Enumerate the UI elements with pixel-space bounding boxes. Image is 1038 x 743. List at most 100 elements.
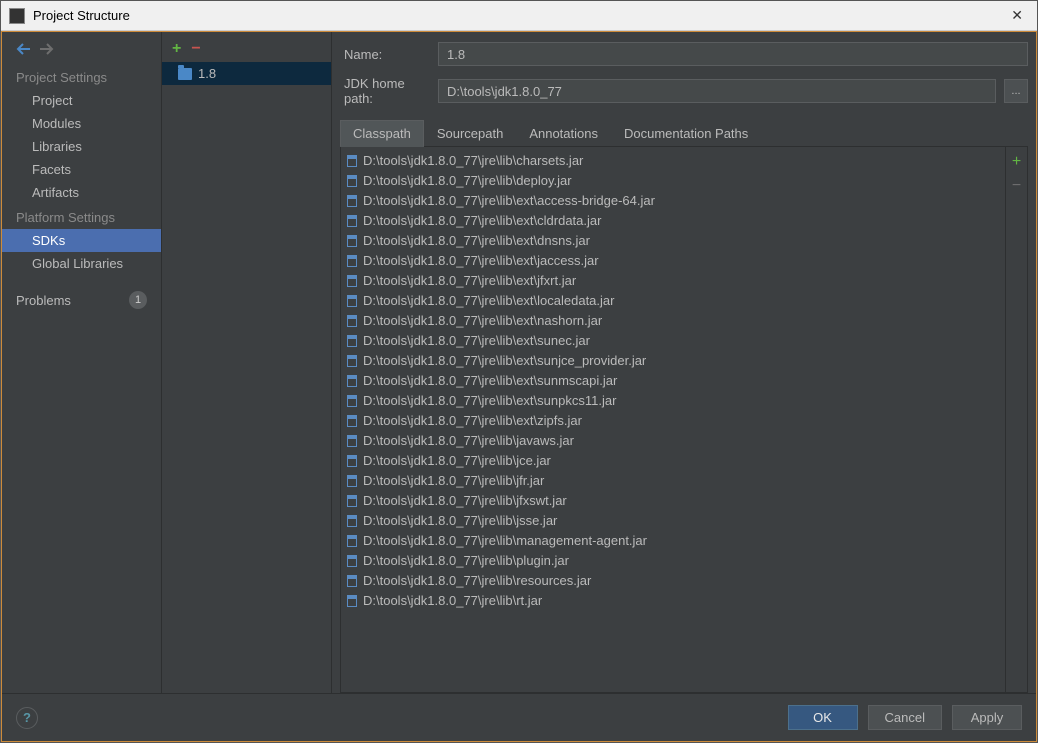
folder-icon bbox=[178, 68, 192, 80]
tab-classpath[interactable]: Classpath bbox=[340, 120, 424, 147]
classpath-item[interactable]: D:\tools\jdk1.8.0_77\jre\lib\resources.j… bbox=[341, 571, 1005, 591]
classpath-item-path: D:\tools\jdk1.8.0_77\jre\lib\ext\cldrdat… bbox=[363, 212, 601, 230]
classpath-item-path: D:\tools\jdk1.8.0_77\jre\lib\ext\sunec.j… bbox=[363, 332, 590, 350]
classpath-item-path: D:\tools\jdk1.8.0_77\jre\lib\ext\localed… bbox=[363, 292, 614, 310]
jar-icon bbox=[347, 495, 357, 507]
sdk-name: 1.8 bbox=[198, 66, 216, 81]
project-structure-window: Project Structure ✕ Project Settings Pro… bbox=[0, 0, 1038, 743]
classpath-item[interactable]: D:\tools\jdk1.8.0_77\jre\lib\ext\localed… bbox=[341, 291, 1005, 311]
close-button[interactable]: ✕ bbox=[1005, 7, 1029, 24]
classpath-item[interactable]: D:\tools\jdk1.8.0_77\jre\lib\ext\zipfs.j… bbox=[341, 411, 1005, 431]
classpath-item-path: D:\tools\jdk1.8.0_77\jre\lib\ext\nashorn… bbox=[363, 312, 602, 330]
classpath-item[interactable]: D:\tools\jdk1.8.0_77\jre\lib\ext\sunmsca… bbox=[341, 371, 1005, 391]
classpath-item[interactable]: D:\tools\jdk1.8.0_77\jre\lib\rt.jar bbox=[341, 591, 1005, 611]
jar-icon bbox=[347, 275, 357, 287]
bottom-bar: ? OK Cancel Apply bbox=[2, 693, 1036, 741]
classpath-item-path: D:\tools\jdk1.8.0_77\jre\lib\plugin.jar bbox=[363, 552, 569, 570]
jar-icon bbox=[347, 515, 357, 527]
jar-icon bbox=[347, 155, 357, 167]
classpath-item[interactable]: D:\tools\jdk1.8.0_77\jre\lib\charsets.ja… bbox=[341, 151, 1005, 171]
nav-problems[interactable]: Problems 1 bbox=[2, 287, 161, 313]
classpath-item[interactable]: D:\tools\jdk1.8.0_77\jre\lib\jfr.jar bbox=[341, 471, 1005, 491]
nav-item-sdks[interactable]: SDKs bbox=[2, 229, 161, 252]
nav-item-project[interactable]: Project bbox=[2, 89, 161, 112]
nav-item-global-libraries[interactable]: Global Libraries bbox=[2, 252, 161, 275]
nav-item-modules[interactable]: Modules bbox=[2, 112, 161, 135]
jar-icon bbox=[347, 575, 357, 587]
jar-icon bbox=[347, 475, 357, 487]
classpath-item-path: D:\tools\jdk1.8.0_77\jre\lib\jfr.jar bbox=[363, 472, 544, 490]
jar-icon bbox=[347, 315, 357, 327]
classpath-item-path: D:\tools\jdk1.8.0_77\jre\lib\management-… bbox=[363, 532, 647, 550]
classpath-item-path: D:\tools\jdk1.8.0_77\jre\lib\javaws.jar bbox=[363, 432, 574, 450]
problems-label: Problems bbox=[16, 293, 71, 308]
add-classpath-button[interactable]: + bbox=[1012, 153, 1021, 171]
classpath-item[interactable]: D:\tools\jdk1.8.0_77\jre\lib\ext\sunpkcs… bbox=[341, 391, 1005, 411]
sdk-detail-panel: Name: JDK home path: ... ClasspathSource… bbox=[332, 32, 1036, 693]
jar-icon bbox=[347, 175, 357, 187]
classpath-item[interactable]: D:\tools\jdk1.8.0_77\jre\lib\ext\cldrdat… bbox=[341, 211, 1005, 231]
tab-sourcepath[interactable]: Sourcepath bbox=[424, 120, 517, 146]
forward-icon[interactable] bbox=[38, 42, 54, 56]
problems-badge: 1 bbox=[129, 291, 147, 309]
sdk-list-item[interactable]: 1.8 bbox=[162, 62, 331, 85]
classpath-item[interactable]: D:\tools\jdk1.8.0_77\jre\lib\ext\jfxrt.j… bbox=[341, 271, 1005, 291]
apply-button[interactable]: Apply bbox=[952, 705, 1022, 730]
classpath-item[interactable]: D:\tools\jdk1.8.0_77\jre\lib\ext\dnsns.j… bbox=[341, 231, 1005, 251]
jar-icon bbox=[347, 455, 357, 467]
name-input[interactable] bbox=[438, 42, 1028, 66]
jar-icon bbox=[347, 435, 357, 447]
jar-icon bbox=[347, 355, 357, 367]
classpath-item[interactable]: D:\tools\jdk1.8.0_77\jre\lib\ext\nashorn… bbox=[341, 311, 1005, 331]
add-sdk-button[interactable]: + bbox=[172, 40, 181, 58]
classpath-list[interactable]: D:\tools\jdk1.8.0_77\jre\lib\charsets.ja… bbox=[341, 147, 1005, 692]
jar-icon bbox=[347, 415, 357, 427]
cancel-button[interactable]: Cancel bbox=[868, 705, 942, 730]
tab-annotations[interactable]: Annotations bbox=[516, 120, 611, 146]
classpath-item[interactable]: D:\tools\jdk1.8.0_77\jre\lib\ext\sunec.j… bbox=[341, 331, 1005, 351]
titlebar: Project Structure ✕ bbox=[1, 1, 1037, 31]
classpath-item[interactable]: D:\tools\jdk1.8.0_77\jre\lib\ext\access-… bbox=[341, 191, 1005, 211]
classpath-item-path: D:\tools\jdk1.8.0_77\jre\lib\resources.j… bbox=[363, 572, 591, 590]
jar-icon bbox=[347, 535, 357, 547]
classpath-item[interactable]: D:\tools\jdk1.8.0_77\jre\lib\ext\sunjce_… bbox=[341, 351, 1005, 371]
window-title: Project Structure bbox=[33, 8, 130, 23]
tab-documentation-paths[interactable]: Documentation Paths bbox=[611, 120, 761, 146]
classpath-item[interactable]: D:\tools\jdk1.8.0_77\jre\lib\jsse.jar bbox=[341, 511, 1005, 531]
classpath-item[interactable]: D:\tools\jdk1.8.0_77\jre\lib\jce.jar bbox=[341, 451, 1005, 471]
jar-icon bbox=[347, 335, 357, 347]
browse-home-button[interactable]: ... bbox=[1004, 79, 1028, 103]
home-path-label: JDK home path: bbox=[340, 76, 430, 106]
back-icon[interactable] bbox=[16, 42, 32, 56]
classpath-item-path: D:\tools\jdk1.8.0_77\jre\lib\jsse.jar bbox=[363, 512, 557, 530]
remove-sdk-button[interactable]: − bbox=[191, 40, 200, 58]
classpath-item-path: D:\tools\jdk1.8.0_77\jre\lib\ext\jaccess… bbox=[363, 252, 599, 270]
classpath-item[interactable]: D:\tools\jdk1.8.0_77\jre\lib\jfxswt.jar bbox=[341, 491, 1005, 511]
classpath-item-path: D:\tools\jdk1.8.0_77\jre\lib\deploy.jar bbox=[363, 172, 572, 190]
classpath-item[interactable]: D:\tools\jdk1.8.0_77\jre\lib\management-… bbox=[341, 531, 1005, 551]
section-project-settings: Project Settings bbox=[2, 64, 161, 89]
classpath-item-path: D:\tools\jdk1.8.0_77\jre\lib\ext\access-… bbox=[363, 192, 655, 210]
home-path-input[interactable] bbox=[438, 79, 996, 103]
classpath-item[interactable]: D:\tools\jdk1.8.0_77\jre\lib\ext\jaccess… bbox=[341, 251, 1005, 271]
classpath-item-path: D:\tools\jdk1.8.0_77\jre\lib\ext\sunmsca… bbox=[363, 372, 617, 390]
remove-classpath-button[interactable]: − bbox=[1012, 177, 1021, 195]
classpath-item[interactable]: D:\tools\jdk1.8.0_77\jre\lib\deploy.jar bbox=[341, 171, 1005, 191]
jar-icon bbox=[347, 555, 357, 567]
nav-item-libraries[interactable]: Libraries bbox=[2, 135, 161, 158]
nav-item-artifacts[interactable]: Artifacts bbox=[2, 181, 161, 204]
jar-icon bbox=[347, 215, 357, 227]
left-nav: Project Settings ProjectModulesLibraries… bbox=[2, 32, 162, 693]
jar-icon bbox=[347, 375, 357, 387]
ok-button[interactable]: OK bbox=[788, 705, 858, 730]
classpath-panel: D:\tools\jdk1.8.0_77\jre\lib\charsets.ja… bbox=[340, 147, 1028, 693]
section-platform-settings: Platform Settings bbox=[2, 204, 161, 229]
classpath-item[interactable]: D:\tools\jdk1.8.0_77\jre\lib\javaws.jar bbox=[341, 431, 1005, 451]
jar-icon bbox=[347, 235, 357, 247]
sdk-tabs: ClasspathSourcepathAnnotationsDocumentat… bbox=[340, 120, 1028, 147]
classpath-item[interactable]: D:\tools\jdk1.8.0_77\jre\lib\plugin.jar bbox=[341, 551, 1005, 571]
help-button[interactable]: ? bbox=[16, 707, 38, 729]
jar-icon bbox=[347, 195, 357, 207]
nav-item-facets[interactable]: Facets bbox=[2, 158, 161, 181]
jar-icon bbox=[347, 395, 357, 407]
